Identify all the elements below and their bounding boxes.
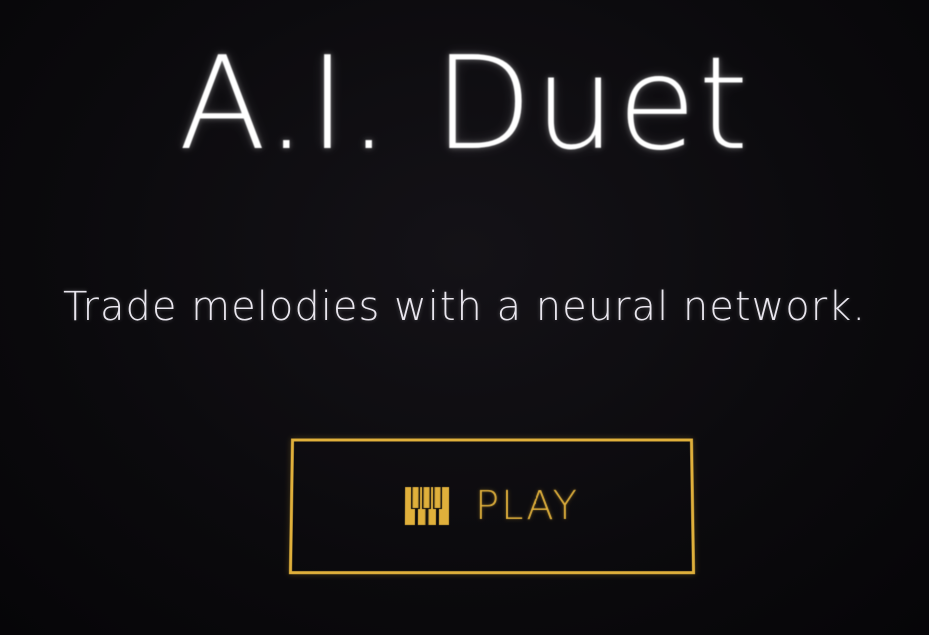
page-subtitle: Trade melodies with a neural network. [62, 284, 867, 330]
play-button[interactable]: PLAY [288, 438, 696, 575]
play-button-label: PLAY [474, 483, 580, 529]
piano-keys-icon [404, 487, 450, 525]
page-title: A.I. Duet [178, 30, 751, 179]
app-screen: A.I. Duet Trade melodies with a neural n… [0, 0, 929, 635]
